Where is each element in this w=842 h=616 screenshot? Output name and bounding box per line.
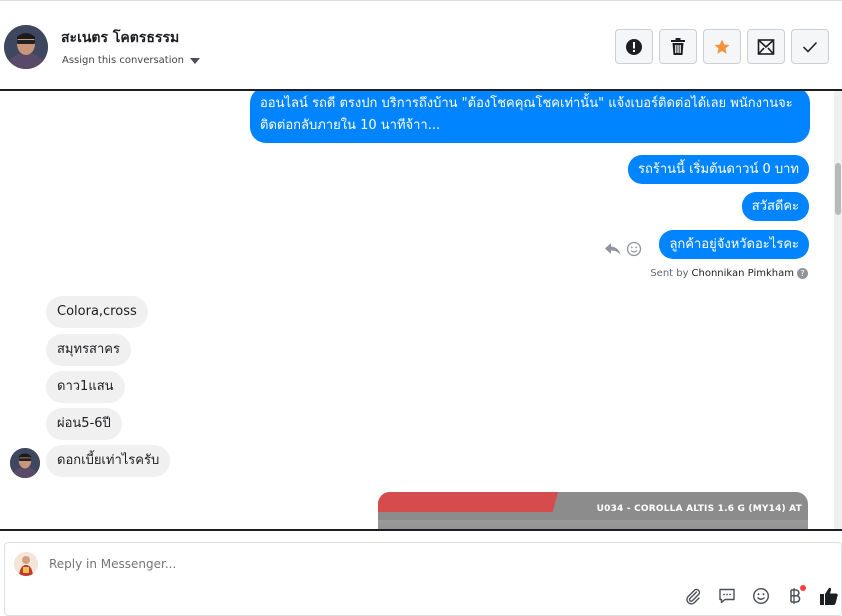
mark-unread-button[interactable] <box>747 29 785 64</box>
sender-avatar <box>10 448 40 478</box>
paperclip-icon <box>686 588 701 605</box>
message-actions <box>604 241 642 257</box>
outgoing-message[interactable]: ออนไลน์ รถดี ตรงปก บริการถึงบ้าน "ต้องโช… <box>250 91 810 143</box>
composer-divider <box>0 529 842 531</box>
scrollbar-thumb[interactable] <box>835 163 841 215</box>
outgoing-message[interactable]: สวัสดีคะ <box>741 192 809 221</box>
attach-button[interactable] <box>682 585 704 607</box>
envelope-icon <box>757 38 775 55</box>
assign-conversation-dropdown[interactable]: Assign this conversation <box>62 55 200 66</box>
incoming-message[interactable]: ดาว1แสน <box>46 371 125 403</box>
incoming-message[interactable]: ผ่อน5-6ปี <box>46 408 122 440</box>
conversation-actions <box>615 29 829 64</box>
outgoing-message[interactable]: ลูกค้าอยู่จังหวัดอะไรคะ <box>659 230 809 259</box>
notification-dot <box>800 585 806 591</box>
sent-by-prefix: Sent by <box>650 268 689 279</box>
contact-name[interactable]: สะเนตร โคตรธรรม <box>61 27 179 49</box>
composer-toolbar <box>682 585 840 607</box>
thread-scrollbar[interactable] <box>834 91 842 530</box>
incoming-message[interactable]: ดอกเบี้ยเท่าไรครับ <box>46 445 171 477</box>
incoming-message[interactable]: Colora,cross <box>46 296 148 328</box>
contact-avatar[interactable] <box>4 25 48 69</box>
mark-done-button[interactable] <box>791 29 829 64</box>
help-icon[interactable]: ? <box>797 268 808 279</box>
mark-spam-button[interactable] <box>615 29 653 64</box>
star-icon <box>714 39 730 54</box>
trash-icon <box>671 37 685 55</box>
payment-button[interactable] <box>784 585 806 607</box>
reply-composer <box>4 542 842 616</box>
sent-by-name: Chonnikan Pimkham <box>691 268 794 279</box>
caret-down-icon <box>189 57 200 64</box>
outgoing-message[interactable]: รถร้านนี้ เริ่มต้นดาวน์ 0 บาท <box>628 155 809 184</box>
emoji-icon <box>752 587 770 605</box>
delete-button[interactable] <box>659 29 697 64</box>
like-button[interactable] <box>818 585 840 607</box>
assign-label: Assign this conversation <box>62 55 184 66</box>
message-thread[interactable]: ออนไลน์ รถดี ตรงปก บริการถึงบ้าน "ต้องโช… <box>0 91 842 530</box>
image-caption: U034 - COROLLA ALTIS 1.6 G (MY14) AT <box>596 504 802 514</box>
thumbs-up-icon <box>820 587 838 605</box>
exclamation-icon <box>626 38 642 55</box>
star-button[interactable] <box>703 29 741 64</box>
chat-bubble-icon <box>719 588 735 604</box>
image-banner-stripe <box>378 492 558 512</box>
emoji-react-icon[interactable] <box>626 241 642 257</box>
conversation-header: สะเนตร โคตรธรรม Assign this conversation <box>0 0 842 90</box>
incoming-message[interactable]: สมุทรสาคร <box>46 334 131 366</box>
reply-icon[interactable] <box>604 241 622 257</box>
check-icon <box>802 41 818 53</box>
emoji-button[interactable] <box>750 585 772 607</box>
reply-input[interactable] <box>49 557 649 571</box>
saved-replies-button[interactable] <box>716 585 738 607</box>
sent-by-label: Sent by Chonnikan Pimkham ? <box>650 268 808 279</box>
page-avatar <box>14 552 38 576</box>
car-image-attachment[interactable]: U034 - COROLLA ALTIS 1.6 G (MY14) AT <box>378 492 808 530</box>
